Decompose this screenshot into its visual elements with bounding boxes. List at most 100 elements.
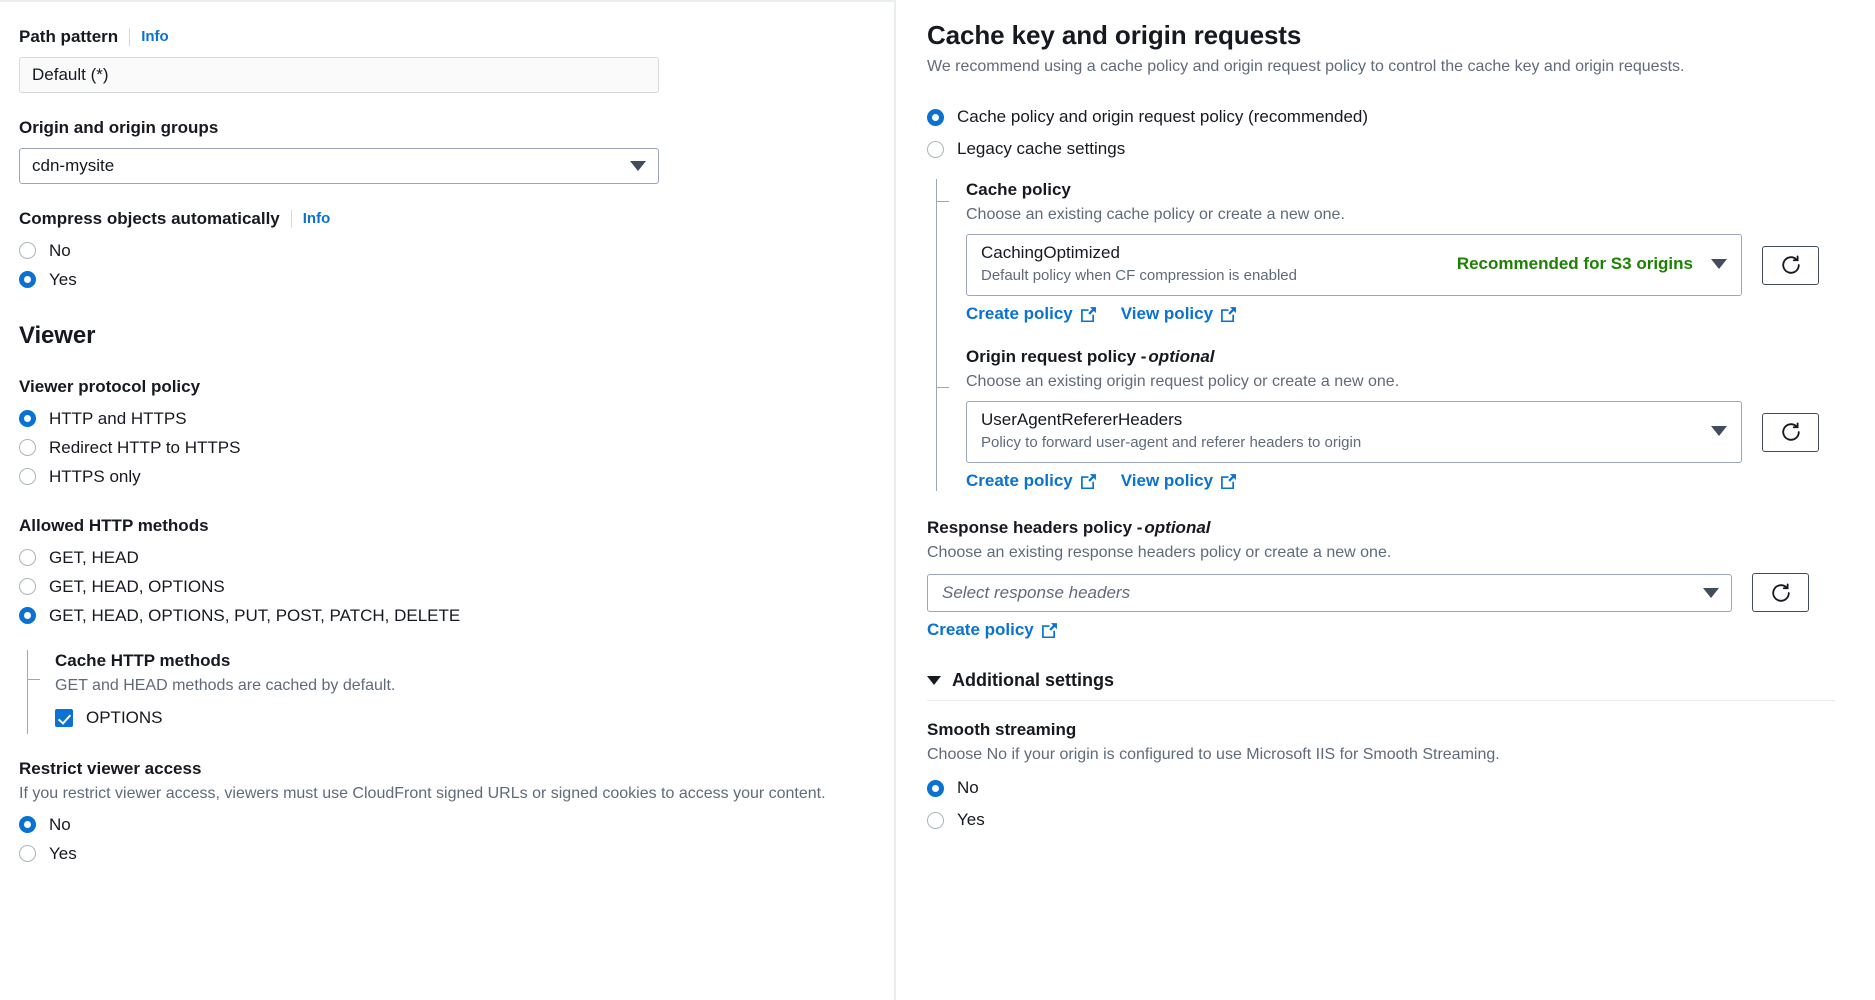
radio-icon bbox=[19, 607, 36, 624]
radio-icon bbox=[19, 242, 36, 259]
cache-policy-name: CachingOptimized bbox=[981, 243, 1120, 262]
origin-request-policy-selected: UserAgentRefererHeaders Policy to forwar… bbox=[981, 409, 1361, 453]
compress-radio-no[interactable]: No bbox=[19, 236, 874, 265]
refresh-icon bbox=[1771, 582, 1790, 602]
restrict-viewer-radio-no[interactable]: No bbox=[19, 810, 874, 839]
smooth-streaming-radio-yes[interactable]: Yes bbox=[927, 804, 1835, 836]
allowed-methods-radio-get-head-options[interactable]: GET, HEAD, OPTIONS bbox=[19, 572, 874, 601]
path-pattern-info-link[interactable]: Info bbox=[141, 26, 169, 48]
refresh-icon bbox=[1781, 422, 1800, 441]
path-pattern-label: Path pattern bbox=[19, 27, 119, 46]
radio-icon bbox=[927, 108, 944, 126]
origin-request-policy-refresh-button[interactable] bbox=[1762, 412, 1819, 452]
compress-radio-yes[interactable]: Yes bbox=[19, 265, 874, 294]
divider bbox=[927, 700, 1835, 701]
compress-label: Compress objects automatically bbox=[19, 209, 280, 228]
origin-request-policy-desc: Choose an existing origin request policy… bbox=[966, 373, 1400, 390]
allowed-methods-radio-group: GET, HEAD GET, HEAD, OPTIONS GET, HEAD, … bbox=[19, 543, 874, 630]
viewer-section-title: Viewer bbox=[19, 322, 96, 349]
external-link-icon bbox=[1080, 306, 1096, 322]
cache-http-methods-desc: GET and HEAD methods are cached by defau… bbox=[55, 677, 396, 694]
cloudfront-behavior-settings-page: Path pattern Info Default (*) Origin and… bbox=[0, 0, 1875, 1000]
cache-mode-radio-legacy[interactable]: Legacy cache settings bbox=[927, 133, 1835, 165]
origin-request-policy-create-link[interactable]: Create policy bbox=[966, 471, 1097, 491]
cache-mode-radio-group: Cache policy and origin request policy (… bbox=[927, 101, 1835, 165]
cache-http-methods-checkbox-options[interactable]: OPTIONS bbox=[55, 704, 874, 732]
viewer-protocol-option-label: HTTP and HTTPS bbox=[49, 408, 187, 428]
allowed-methods-radio-get-head[interactable]: GET, HEAD bbox=[19, 543, 874, 572]
restrict-viewer-label: Restrict viewer access bbox=[19, 759, 202, 778]
divider bbox=[129, 28, 131, 46]
external-link-icon bbox=[1080, 473, 1096, 489]
viewer-protocol-radio-redirect[interactable]: Redirect HTTP to HTTPS bbox=[19, 433, 874, 462]
origin-select[interactable]: cdn-mysite bbox=[19, 148, 659, 184]
divider bbox=[290, 210, 292, 228]
left-settings-panel: Path pattern Info Default (*) Origin and… bbox=[0, 0, 896, 1000]
restrict-viewer-radio-group: No Yes bbox=[19, 810, 874, 868]
cache-policy-create-label: Create policy bbox=[966, 304, 1073, 323]
cache-policy-links: Create policy View policy bbox=[966, 304, 1835, 324]
response-headers-policy-optional: optional bbox=[1144, 518, 1211, 537]
origin-request-policy-view-link[interactable]: View policy bbox=[1121, 471, 1237, 491]
path-pattern-value: Default (*) bbox=[32, 65, 109, 84]
cache-policy-view-link[interactable]: View policy bbox=[1121, 304, 1237, 324]
policy-group: Cache policy Choose an existing cache po… bbox=[936, 179, 1835, 491]
cache-http-methods-label: Cache HTTP methods bbox=[55, 651, 231, 670]
viewer-protocol-option-label: Redirect HTTP to HTTPS bbox=[49, 437, 241, 457]
cache-policy-right: Recommended for S3 origins bbox=[1441, 254, 1727, 274]
smooth-streaming-radio-group: No Yes bbox=[927, 772, 1835, 836]
connector-tick bbox=[936, 201, 949, 202]
response-headers-policy-desc: Choose an existing response headers poli… bbox=[927, 544, 1392, 561]
smooth-streaming-option-label: Yes bbox=[957, 810, 985, 829]
external-link-icon bbox=[1221, 306, 1236, 322]
cache-policy-refresh-button[interactable] bbox=[1762, 245, 1819, 285]
cache-mode-option-label: Legacy cache settings bbox=[957, 139, 1126, 158]
refresh-icon bbox=[1781, 255, 1800, 274]
viewer-protocol-label: Viewer protocol policy bbox=[19, 377, 201, 396]
compress-info-link[interactable]: Info bbox=[303, 208, 331, 230]
page-title: Cache key and origin requests bbox=[927, 20, 1302, 50]
smooth-streaming-radio-no[interactable]: No bbox=[927, 772, 1835, 804]
smooth-streaming-desc: Choose No if your origin is configured t… bbox=[927, 746, 1500, 763]
radio-icon bbox=[927, 779, 944, 797]
response-headers-policy-label-text: Response headers policy - bbox=[927, 518, 1143, 537]
radio-icon bbox=[19, 845, 36, 862]
cache-policy-create-link[interactable]: Create policy bbox=[966, 304, 1097, 324]
response-headers-policy-create-link[interactable]: Create policy bbox=[927, 620, 1058, 640]
compress-radio-group: No Yes bbox=[19, 236, 874, 294]
restrict-viewer-radio-yes[interactable]: Yes bbox=[19, 839, 874, 868]
external-link-icon bbox=[1221, 473, 1236, 489]
chevron-down-icon bbox=[927, 676, 941, 685]
compress-label-row: Compress objects automatically Info bbox=[19, 208, 874, 230]
radio-icon bbox=[19, 816, 36, 833]
cache-http-methods-option-label: OPTIONS bbox=[86, 708, 163, 727]
viewer-protocol-radio-http-and-https[interactable]: HTTP and HTTPS bbox=[19, 404, 874, 433]
additional-settings-expander[interactable]: Additional settings bbox=[927, 670, 1835, 691]
connector-tick bbox=[27, 679, 40, 680]
cache-mode-radio-policy[interactable]: Cache policy and origin request policy (… bbox=[927, 101, 1835, 133]
cache-policy-select[interactable]: CachingOptimized Default policy when CF … bbox=[966, 234, 1742, 296]
radio-icon bbox=[19, 439, 36, 456]
restrict-viewer-option-label: No bbox=[49, 814, 71, 834]
origin-request-policy-label-text: Origin request policy - bbox=[966, 347, 1147, 366]
chevron-down-icon bbox=[1703, 587, 1719, 598]
radio-icon bbox=[19, 410, 36, 427]
allowed-methods-option-label: GET, HEAD, OPTIONS, PUT, POST, PATCH, DE… bbox=[49, 605, 461, 625]
response-headers-policy-refresh-button[interactable] bbox=[1752, 573, 1809, 612]
origin-request-policy-row: UserAgentRefererHeaders Policy to forwar… bbox=[966, 401, 1835, 463]
external-link-icon bbox=[1041, 622, 1057, 638]
viewer-protocol-radio-group: HTTP and HTTPS Redirect HTTP to HTTPS HT… bbox=[19, 404, 874, 491]
response-headers-policy-select[interactable]: Select response headers bbox=[927, 573, 1732, 612]
viewer-protocol-radio-https-only[interactable]: HTTPS only bbox=[19, 462, 874, 491]
origin-request-policy-select[interactable]: UserAgentRefererHeaders Policy to forwar… bbox=[966, 401, 1742, 463]
cache-policy-selected: CachingOptimized Default policy when CF … bbox=[981, 242, 1297, 286]
radio-icon bbox=[19, 271, 36, 288]
cache-policy-recommended-badge: Recommended for S3 origins bbox=[1456, 254, 1693, 273]
cache-http-methods-group: Cache HTTP methods GET and HEAD methods … bbox=[27, 650, 874, 734]
origin-request-policy-links: Create policy View policy bbox=[966, 471, 1835, 491]
allowed-methods-radio-all[interactable]: GET, HEAD, OPTIONS, PUT, POST, PATCH, DE… bbox=[19, 601, 874, 630]
path-pattern-input[interactable]: Default (*) bbox=[19, 57, 659, 93]
response-headers-policy-links: Create policy bbox=[927, 620, 1835, 640]
chevron-down-icon bbox=[1711, 426, 1727, 436]
response-headers-policy-label: Response headers policy - optional bbox=[927, 517, 1835, 539]
